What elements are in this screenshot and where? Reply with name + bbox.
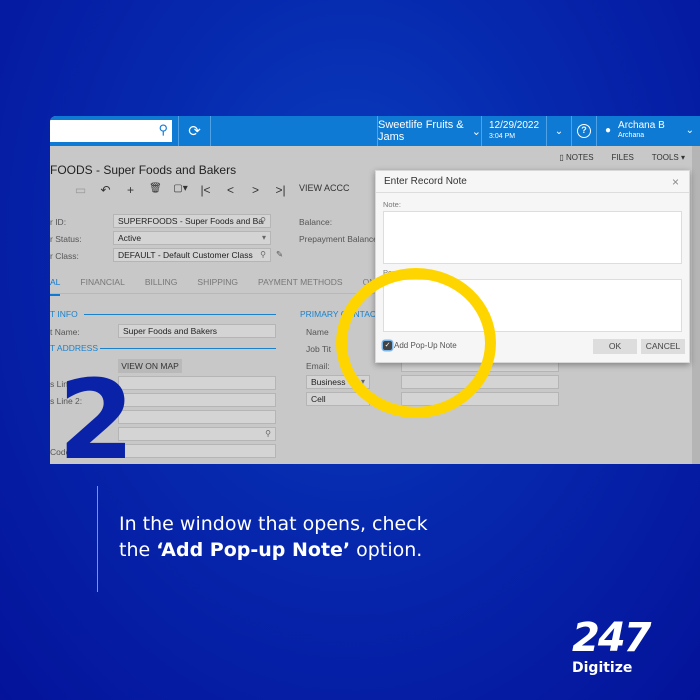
step-number: 2 — [58, 356, 135, 484]
customer-id-value: SUPERFOODS - Super Foods and Ba — [118, 216, 264, 226]
user-icon: ● — [605, 125, 612, 136]
company-name: Sweetlife Fruits & Jams — [378, 119, 464, 143]
view-account-button[interactable]: VIEW ACCC — [299, 183, 350, 197]
next-record-icon[interactable]: > — [243, 183, 268, 197]
lookup-icon[interactable]: ⚲ — [260, 215, 266, 227]
top-bar: ⚲ ⟳ Sweetlife Fruits & Jams ⌄ 12/29/2022… — [50, 116, 700, 146]
search-box[interactable]: ⚲ — [50, 120, 172, 142]
balance-label: Balance: — [299, 217, 333, 227]
scrollbar[interactable] — [692, 146, 700, 464]
city-field[interactable] — [118, 410, 276, 424]
help-button[interactable]: ? — [571, 116, 596, 146]
chevron-down-icon: ⌄ — [471, 125, 481, 138]
first-record-icon[interactable]: |< — [193, 183, 218, 197]
company-selector[interactable]: Sweetlife Fruits & Jams ⌄ — [377, 116, 481, 146]
notes-button[interactable]: ▯ NOTES — [559, 153, 593, 162]
caret-down-icon: ▾ — [261, 233, 266, 242]
right-tools: ▯ NOTES FILES TOOLS ▾ — [559, 153, 685, 162]
country-field[interactable]: ⚲ — [118, 427, 276, 441]
highlight-ring — [336, 268, 496, 418]
topbar-spacer — [210, 116, 377, 146]
record-toolbar: ▭ ↶ + 🗑 ▢▾ |< < > >| VIEW ACCC — [68, 183, 350, 197]
caption-line2: the ‘Add Pop-up Note’ option. — [119, 537, 428, 563]
user-name: Archana B — [618, 120, 665, 131]
caption-highlight: ‘Add Pop-up Note’ — [156, 539, 351, 561]
chevron-down-icon: ⌄ — [685, 125, 694, 136]
user-login: Archana — [618, 132, 645, 139]
dialog-header: Enter Record Note × — [376, 171, 689, 193]
caption-end: option. — [350, 539, 423, 561]
copy-paste-icon[interactable]: ▢▾ — [168, 183, 193, 197]
lookup-icon[interactable]: ⚲ — [265, 428, 271, 440]
lookup-icon[interactable]: ⚲ — [260, 249, 266, 261]
status-label: r Status: — [50, 234, 82, 244]
add-icon[interactable]: + — [118, 183, 143, 197]
tab-divider — [50, 293, 380, 294]
class-label: r Class: — [50, 251, 79, 261]
close-icon[interactable]: × — [672, 171, 679, 193]
brand-logo: 247 Digitize — [572, 615, 651, 676]
caption-line1: In the window that opens, check — [119, 513, 428, 535]
caption-divider — [97, 486, 98, 592]
ok-button[interactable]: OK — [593, 339, 637, 354]
instruction-caption: In the window that opens, check the ‘Add… — [119, 511, 428, 563]
page-title: FOODS - Super Foods and Bakers — [50, 163, 237, 177]
logo-number: 247 — [572, 615, 651, 661]
postal-code-field[interactable] — [118, 444, 276, 458]
chevron-down-icon[interactable]: ⌄ — [546, 116, 571, 146]
files-button[interactable]: FILES — [612, 153, 634, 162]
job-title-label: Job Tit — [306, 344, 332, 354]
account-name-field[interactable]: Super Foods and Bakers — [118, 324, 276, 338]
prev-record-icon[interactable]: < — [218, 183, 243, 197]
date-text: 12/29/2022 — [489, 120, 540, 131]
note-textarea[interactable] — [383, 211, 682, 264]
delete-icon[interactable]: 🗑 — [143, 183, 168, 197]
account-name-label: t Name: — [50, 327, 80, 337]
help-icon: ? — [577, 124, 591, 138]
note-label: Note: — [383, 200, 401, 209]
cancel-button[interactable]: CANCEL — [641, 339, 685, 354]
class-field[interactable]: DEFAULT - Default Customer Class ⚲ — [113, 248, 271, 262]
status-select[interactable]: Active ▾ — [113, 231, 271, 245]
history-icon[interactable]: ⟳ — [178, 116, 210, 146]
edit-pencil-icon[interactable]: ✎ — [276, 249, 283, 260]
dialog-title: Enter Record Note — [384, 176, 467, 187]
section-line — [100, 348, 276, 349]
last-record-icon[interactable]: >| — [268, 183, 293, 197]
account-info-heading: T INFO — [50, 309, 78, 319]
search-icon[interactable]: ⚲ — [158, 122, 168, 138]
phone1-type-value: Business — [311, 377, 346, 387]
time-text: 3:04 PM — [489, 133, 516, 140]
customer-id-field[interactable]: SUPERFOODS - Super Foods and Ba ⚲ — [113, 214, 271, 228]
status-value: Active — [118, 233, 142, 243]
prepayment-label: Prepayment Balance — [299, 234, 378, 244]
logo-word: Digitize — [572, 660, 633, 676]
address-line2-field[interactable] — [118, 393, 276, 407]
undo-icon[interactable]: ↶ — [93, 183, 118, 197]
save-icon[interactable]: ▭ — [68, 183, 93, 197]
contact-name-label: Name — [306, 327, 329, 337]
customer-id-label: r ID: — [50, 217, 67, 227]
account-address-heading: T ADDRESS — [50, 343, 99, 353]
caption-the: the — [119, 539, 157, 561]
address-line1-field[interactable] — [118, 376, 276, 390]
class-value: DEFAULT - Default Customer Class — [118, 250, 253, 260]
business-date[interactable]: 12/29/2022 3:04 PM — [481, 116, 546, 146]
email-label: Email: — [306, 361, 330, 371]
section-line — [84, 314, 276, 315]
tools-button[interactable]: TOOLS ▾ — [652, 153, 685, 162]
search-input[interactable] — [50, 120, 172, 142]
user-menu[interactable]: ● Archana B Archana ⌄ — [596, 116, 700, 146]
